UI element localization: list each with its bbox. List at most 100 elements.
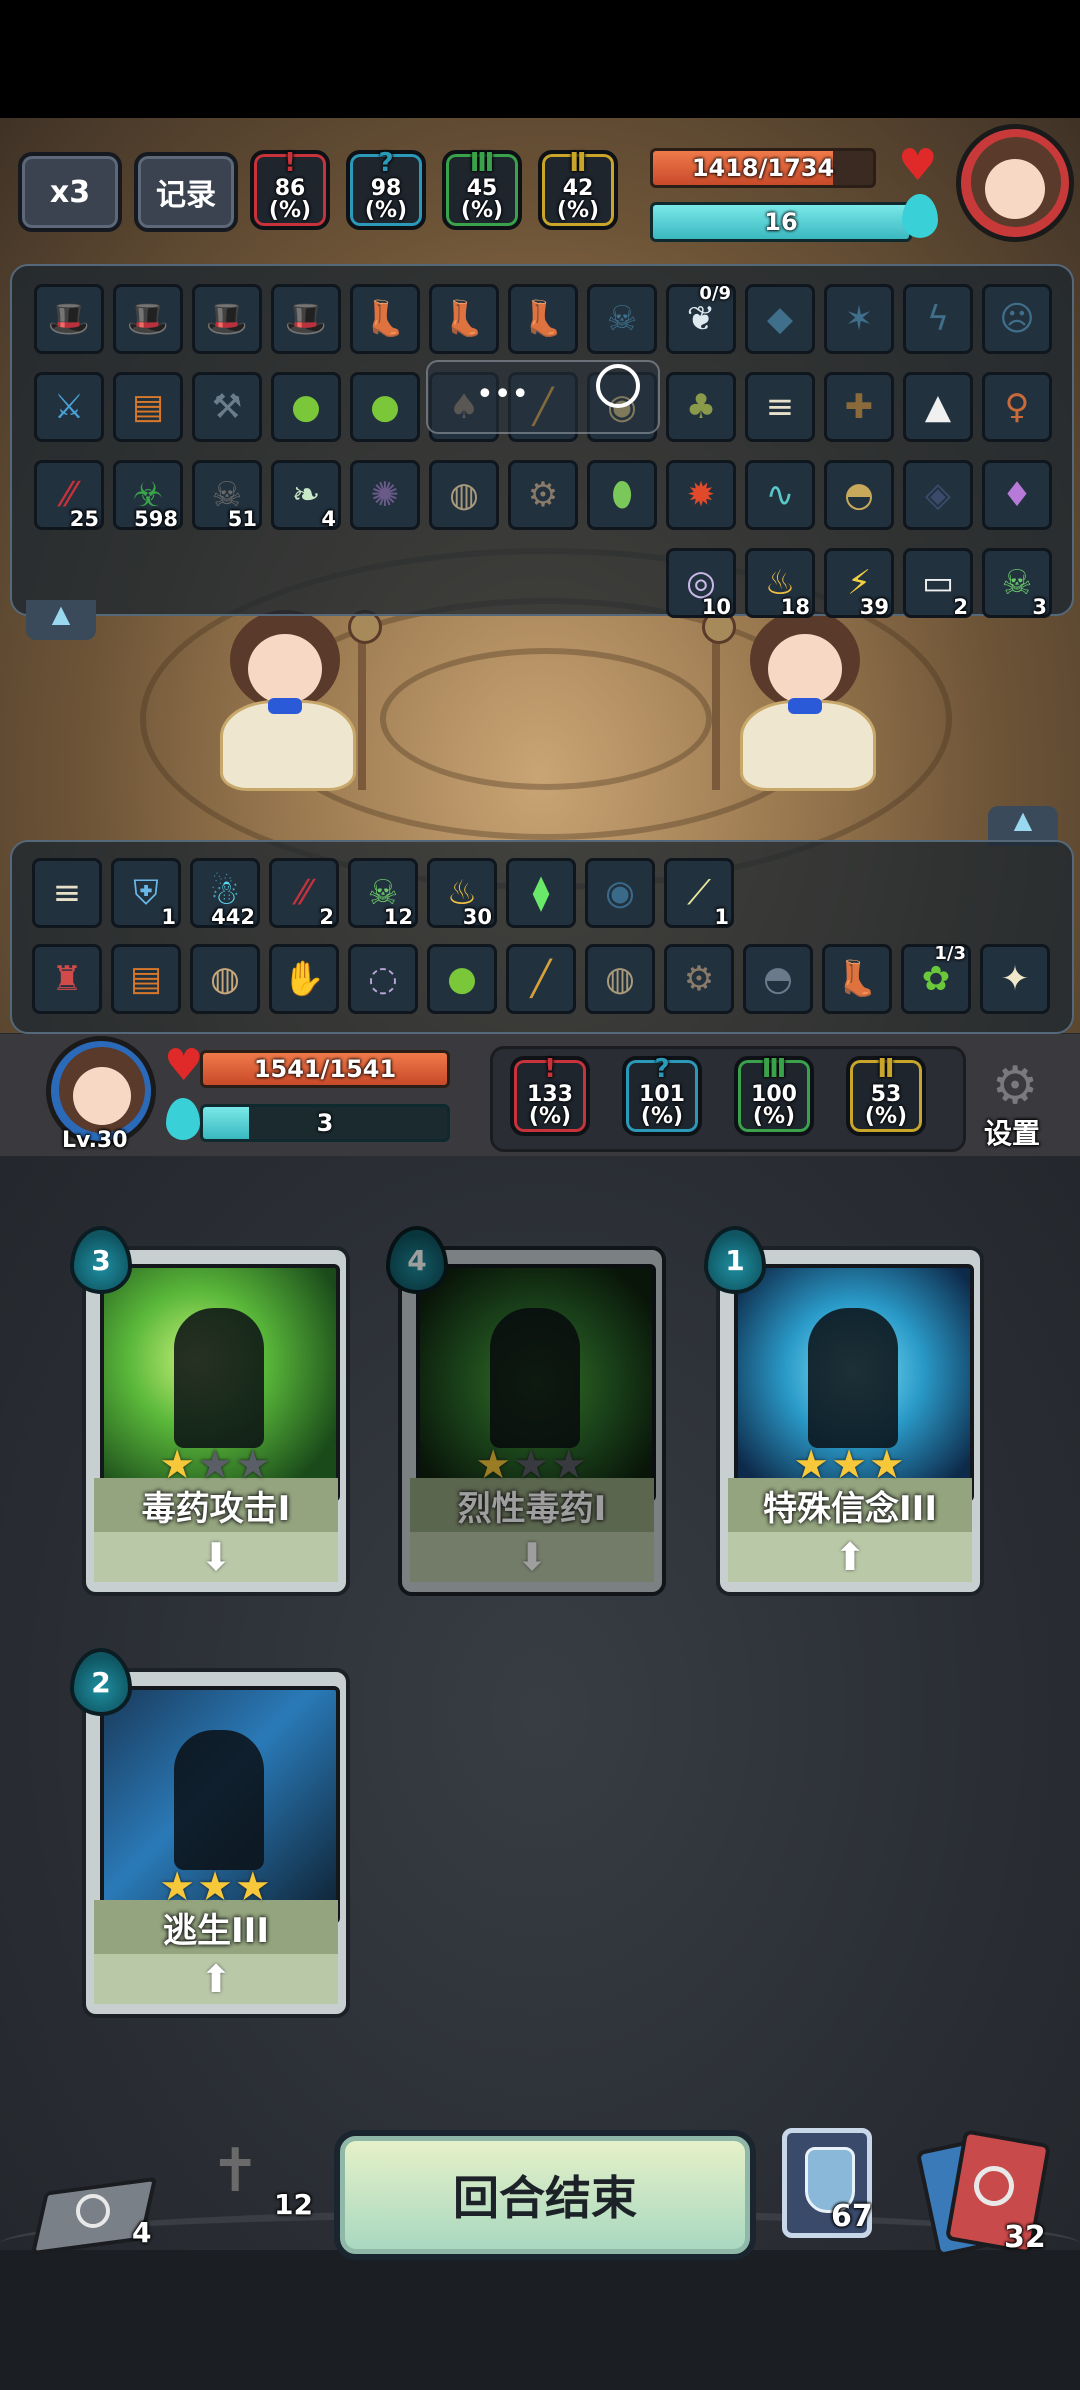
inventory-slot[interactable]: ≡ xyxy=(745,372,815,442)
inventory-slot[interactable]: ✚ xyxy=(824,372,894,442)
enemy-character[interactable] xyxy=(700,610,890,791)
inventory-slot[interactable]: ▭ 2 xyxy=(903,548,973,619)
boot-icon: 👢 xyxy=(521,299,565,339)
inventory-slot[interactable]: ● xyxy=(350,372,420,442)
inventory-slot[interactable]: ☠ 3 xyxy=(982,548,1052,619)
inventory-slot[interactable]: ◍ xyxy=(585,944,655,1014)
stat-value: 100 xyxy=(751,1082,797,1107)
inventory-slot[interactable]: 🎩 xyxy=(271,284,341,354)
inventory-slot[interactable]: ♦ xyxy=(982,460,1052,530)
discard-pile[interactable]: 4 xyxy=(30,2170,158,2256)
inventory-slot[interactable]: ⚙ xyxy=(508,460,578,530)
skill-card[interactable]: 逃生III ★★★ ⬆ 2 xyxy=(70,1648,350,2018)
inventory-slot[interactable]: ⚙ xyxy=(664,944,734,1014)
inventory-slot[interactable]: ϟ xyxy=(903,284,973,354)
inventory-slot[interactable]: 👢 xyxy=(508,284,578,354)
inventory-slot[interactable]: ✺ xyxy=(350,460,420,530)
stat-shield[interactable]: ! 86 (%) xyxy=(250,150,330,230)
inventory-slot[interactable]: ╱ xyxy=(506,944,576,1014)
stat-shield[interactable]: ? 101 (%) xyxy=(622,1056,702,1136)
star-empty-icon: ★ xyxy=(197,1442,235,1488)
inventory-slot[interactable]: ◆ xyxy=(745,284,815,354)
speed-button[interactable]: x3 xyxy=(18,152,122,232)
inventory-slot[interactable]: ⟋ 1 xyxy=(664,858,734,929)
inventory-slot[interactable]: ⚒ xyxy=(192,372,262,442)
inventory-slot[interactable]: ◍ xyxy=(429,460,499,530)
inventory-slot[interactable]: ❧ 4 xyxy=(271,460,341,531)
inventory-slot[interactable]: ☠ xyxy=(587,284,657,354)
potion-pile[interactable]: 67 xyxy=(782,2128,873,2238)
skill-card[interactable]: 烈性毒药I ★★★ ⬇ 4 xyxy=(386,1226,666,1596)
inventory-slot[interactable]: ≡ xyxy=(32,858,102,928)
inventory-slot[interactable]: ◓ xyxy=(743,944,813,1014)
inventory-slot[interactable]: ◎ 10 xyxy=(666,548,736,619)
target-icon[interactable] xyxy=(596,364,640,408)
inventory-slot[interactable]: ● xyxy=(271,372,341,442)
inventory-slot[interactable]: ▤ xyxy=(111,944,181,1014)
log-button[interactable]: 记录 xyxy=(134,152,238,232)
inventory-slot[interactable]: ✋ xyxy=(269,944,339,1014)
dark-gem-icon: ◈ xyxy=(924,475,952,515)
inventory-slot[interactable]: 🎩 xyxy=(192,284,262,354)
inventory-slot[interactable]: ✶ xyxy=(824,284,894,354)
inventory-slot[interactable]: 🎩 xyxy=(34,284,104,354)
inventory-slot[interactable]: ♣ xyxy=(666,372,736,442)
inventory-slot[interactable]: 👢 xyxy=(429,284,499,354)
inventory-slot[interactable]: ☃ 442 xyxy=(190,858,260,929)
inventory-slot[interactable]: ☠ 51 xyxy=(192,460,262,531)
enemy-avatar[interactable] xyxy=(956,124,1074,242)
inventory-slot[interactable]: 🎩 xyxy=(113,284,183,354)
inventory-slot[interactable]: ✿ 1/3 xyxy=(901,943,971,1014)
stat-shield[interactable]: Ⅲ 100 (%) xyxy=(734,1056,814,1136)
inventory-slot[interactable]: ◓ xyxy=(824,460,894,530)
star-rating: ★★★ xyxy=(720,1442,980,1488)
graveyard[interactable]: ✝ 12 xyxy=(190,2136,320,2236)
skill-card[interactable]: 毒药攻击I ★★★ ⬇ 3 xyxy=(70,1226,350,1596)
gear-icon[interactable]: ⚙ xyxy=(980,1058,1050,1114)
collapse-enemy-panel-icon[interactable]: ▲ xyxy=(26,600,96,640)
boot-icon: 👢 xyxy=(835,959,879,999)
hat-icon: 🎩 xyxy=(205,299,249,339)
stat-shield[interactable]: ! 133 (%) xyxy=(510,1056,590,1136)
stat-shield[interactable]: ? 98 (%) xyxy=(346,150,426,230)
inventory-slot[interactable]: ◉ xyxy=(585,858,655,928)
inventory-slot[interactable]: ⁄⁄ 2 xyxy=(269,858,339,929)
skill-card[interactable]: 特殊信念III ★★★ ⬆ 1 xyxy=(704,1226,984,1596)
inventory-slot[interactable]: ❦ 0/9 xyxy=(666,283,736,354)
plant-icon: ✿ xyxy=(921,959,951,999)
inventory-slot[interactable]: ☹ xyxy=(982,284,1052,354)
more-icon[interactable]: ••• xyxy=(476,377,529,412)
end-turn-button[interactable]: 回合结束 xyxy=(334,2130,756,2260)
inventory-slot[interactable]: ⛨ 1 xyxy=(111,858,181,929)
inventory-slot[interactable]: ♨ 30 xyxy=(427,858,497,929)
inventory-slot[interactable]: ♜ xyxy=(32,944,102,1014)
stat-shield[interactable]: Ⅱ 53 (%) xyxy=(846,1056,926,1136)
inventory-slot[interactable]: ⁄⁄ 25 xyxy=(34,460,104,531)
inventory-slot[interactable]: ▤ xyxy=(113,372,183,442)
inventory-slot[interactable]: ● xyxy=(427,944,497,1014)
scroll-icon: ≡ xyxy=(52,873,82,913)
settings-label[interactable]: 设置 xyxy=(984,1112,1040,1152)
inventory-slot[interactable]: ✦ xyxy=(980,944,1050,1014)
discard-icon xyxy=(76,2194,110,2228)
inventory-slot[interactable]: ▲ xyxy=(903,372,973,442)
inventory-slot[interactable]: ♀ xyxy=(982,372,1052,442)
stat-shield[interactable]: Ⅱ 42 (%) xyxy=(538,150,618,230)
inventory-slot[interactable]: ∿ xyxy=(745,460,815,530)
inventory-slot[interactable]: 👢 xyxy=(350,284,420,354)
inventory-slot[interactable]: 👢 xyxy=(822,944,892,1014)
inventory-slot[interactable]: ⬮ xyxy=(587,460,657,530)
inventory-slot[interactable]: ◈ xyxy=(903,460,973,530)
inventory-slot[interactable]: ☠ 12 xyxy=(348,858,418,929)
inventory-slot[interactable]: ◌ xyxy=(348,944,418,1014)
inventory-slot[interactable]: ◍ xyxy=(190,944,260,1014)
stat-shield[interactable]: Ⅲ 45 (%) xyxy=(442,150,522,230)
inventory-slot[interactable]: ♨ 18 xyxy=(745,548,815,619)
inventory-slot[interactable]: ⚔ xyxy=(34,372,104,442)
inventory-slot[interactable]: ✹ xyxy=(666,460,736,530)
item-count: 598 xyxy=(134,507,178,531)
inventory-slot[interactable]: ⚡ 39 xyxy=(824,548,894,619)
inventory-slot[interactable]: ☣ 598 xyxy=(113,460,183,531)
draw-pile[interactable]: 32 xyxy=(915,2129,1052,2258)
inventory-slot[interactable]: ⧫ xyxy=(506,858,576,928)
